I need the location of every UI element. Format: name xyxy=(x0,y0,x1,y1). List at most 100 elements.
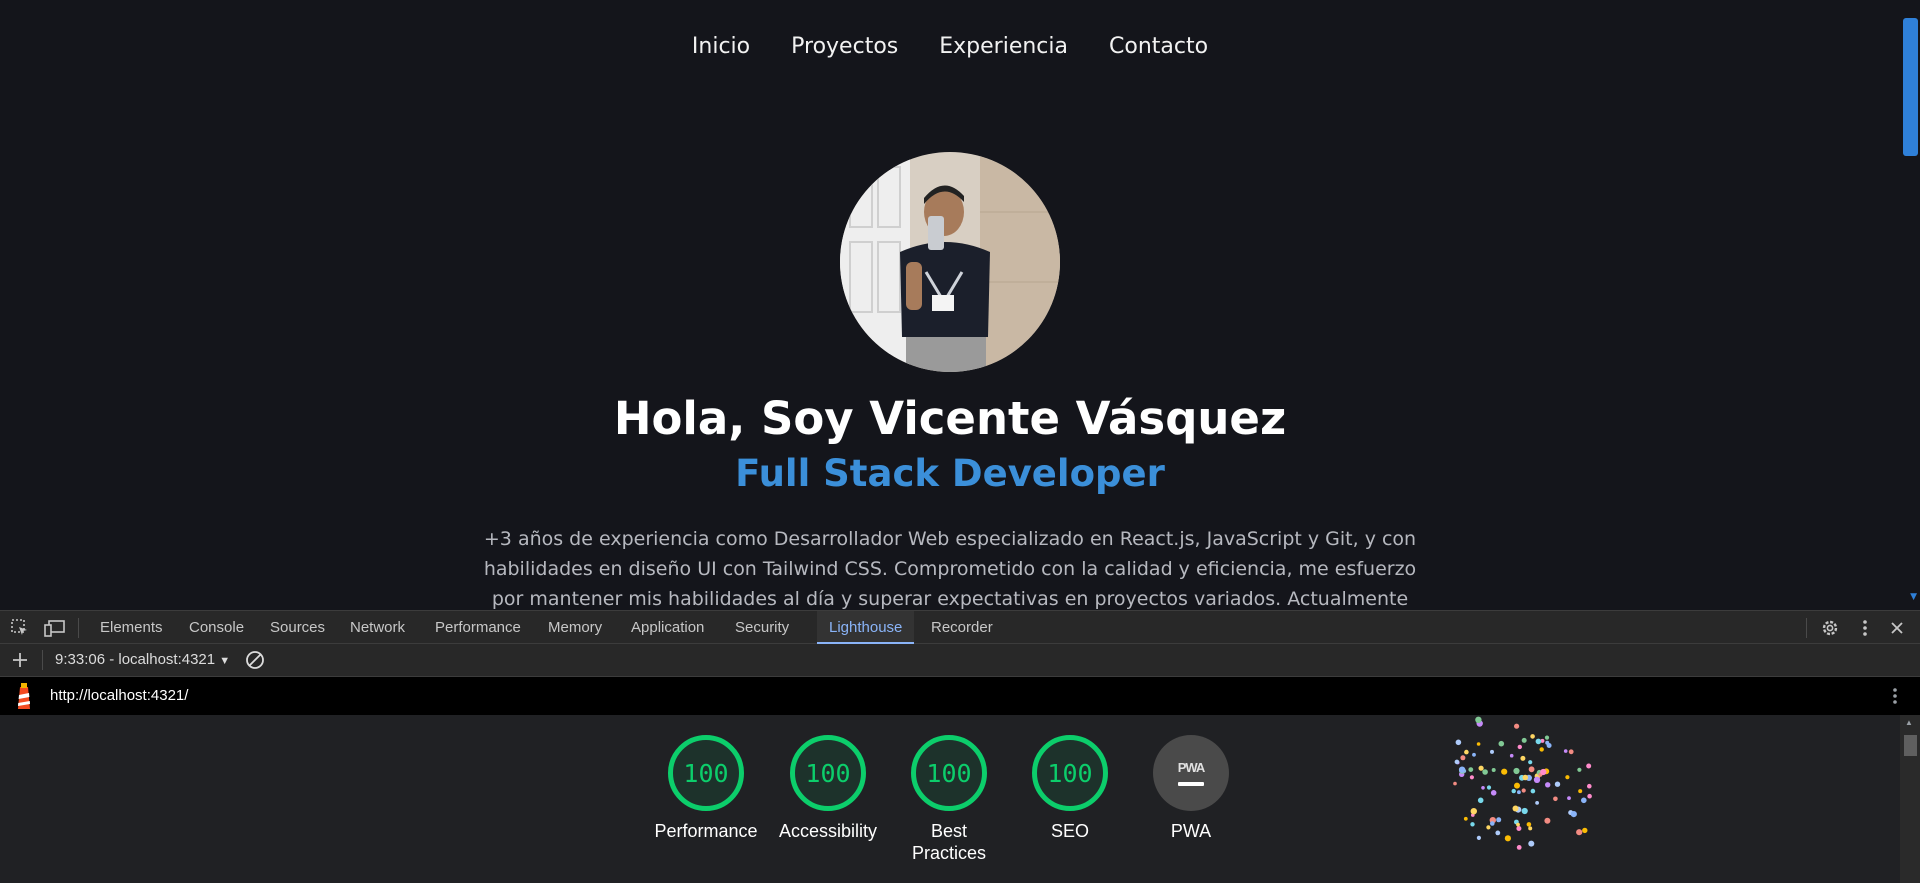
page-scroll-thumb[interactable] xyxy=(1903,18,1918,156)
confetti-dot xyxy=(1513,767,1520,775)
confetti-dot xyxy=(1476,742,1481,746)
confetti-dot xyxy=(1521,788,1526,793)
hero-title: Hola, Soy Vicente Vásquez xyxy=(613,392,1287,445)
confetti-dot xyxy=(1577,767,1582,772)
confetti-dot xyxy=(1482,769,1488,775)
confetti-dot xyxy=(1578,789,1583,794)
tab-console[interactable]: Console xyxy=(187,611,246,644)
devtools-panel: Elements Console Sources Network Perform… xyxy=(0,610,1920,883)
pwa-badge-text: PWA xyxy=(1177,760,1206,775)
confetti-dot xyxy=(1512,805,1519,812)
tab-network[interactable]: Network xyxy=(348,611,407,644)
nav-link-inicio[interactable]: Inicio xyxy=(692,34,750,59)
confetti-dot xyxy=(1496,817,1502,823)
score-ring: 100 xyxy=(1032,735,1108,811)
report-scroll-thumb[interactable] xyxy=(1904,735,1917,756)
confetti-dot xyxy=(1526,822,1532,827)
report-menu-icon[interactable] xyxy=(1892,687,1898,710)
scroll-down-arrow-icon[interactable]: ▼ xyxy=(1910,592,1917,602)
confetti-dot xyxy=(1528,766,1535,773)
nav-link-contacto[interactable]: Contacto xyxy=(1109,34,1208,59)
new-report-plus-icon[interactable] xyxy=(9,649,31,671)
more-options-icon[interactable] xyxy=(1854,617,1876,639)
confetti-dot xyxy=(1491,768,1496,772)
clear-reports-icon[interactable] xyxy=(244,649,266,671)
confetti-dot xyxy=(1504,835,1511,842)
confetti-dot xyxy=(1553,796,1558,802)
gauge-best-practices[interactable]: 100 Best Practices xyxy=(889,735,1009,864)
confetti-dot xyxy=(1469,775,1474,780)
confetti-dot xyxy=(1570,811,1577,818)
confetti-dot xyxy=(1581,797,1587,804)
confetti-dot xyxy=(1463,816,1468,821)
page-viewport: Inicio Proyectos Experiencia Contacto Ho… xyxy=(0,0,1920,610)
tab-memory[interactable]: Memory xyxy=(546,611,604,644)
confetti-dot xyxy=(1470,808,1477,815)
site-nav: Inicio Proyectos Experiencia Contacto xyxy=(0,34,1900,59)
confetti-dot xyxy=(1554,781,1561,787)
gauge-pwa[interactable]: PWA PWA xyxy=(1131,735,1251,842)
nav-link-proyectos[interactable]: Proyectos xyxy=(791,34,898,59)
confetti-dot xyxy=(1563,749,1568,753)
confetti-dot xyxy=(1533,776,1541,783)
gauge-seo[interactable]: 100 SEO xyxy=(1010,735,1130,842)
score-value: 100 xyxy=(1047,758,1093,788)
score-ring: 100 xyxy=(790,735,866,811)
confetti-dot xyxy=(1528,826,1533,831)
confetti-dot xyxy=(1472,752,1476,757)
scroll-up-arrow-icon[interactable]: ▲ xyxy=(1905,718,1913,727)
confetti-dot xyxy=(1520,755,1526,761)
chevron-down-icon: ▼ xyxy=(219,655,231,667)
confetti-dot xyxy=(1539,747,1544,752)
confetti-dot xyxy=(1586,763,1592,769)
tab-sources[interactable]: Sources xyxy=(268,611,327,644)
confetti-dot xyxy=(1521,737,1527,743)
confetti-decoration xyxy=(1453,716,1592,850)
confetti-dot xyxy=(1516,845,1522,850)
page-scrollbar[interactable]: ▼ xyxy=(1902,0,1920,610)
profile-photo xyxy=(840,152,1060,372)
score-value: 100 xyxy=(926,758,972,788)
confetti-dot xyxy=(1521,807,1528,815)
confetti-dot xyxy=(1486,825,1491,830)
confetti-dot xyxy=(1490,790,1497,796)
lighthouse-logo-icon xyxy=(13,683,35,716)
tab-lighthouse[interactable]: Lighthouse xyxy=(817,611,915,644)
gauge-accessibility[interactable]: 100 Accessibility xyxy=(768,735,888,842)
confetti-dot xyxy=(1576,829,1583,836)
confetti-dot xyxy=(1470,822,1475,827)
audited-url[interactable]: http://localhost:4321/ xyxy=(50,687,188,704)
confetti-dot xyxy=(1582,827,1588,834)
nav-link-experiencia[interactable]: Experiencia xyxy=(939,34,1068,59)
gauge-label: SEO xyxy=(1050,821,1089,841)
confetti-dot xyxy=(1495,830,1501,836)
confetti-dot xyxy=(1517,744,1522,750)
gauge-label: Performance xyxy=(654,821,758,841)
confetti-dot xyxy=(1455,739,1462,746)
lighthouse-url-bar: http://localhost:4321/ xyxy=(0,677,1920,715)
score-ring: 100 xyxy=(911,735,987,811)
hero-subtitle: Full Stack Developer xyxy=(735,452,1165,495)
tab-security[interactable]: Security xyxy=(733,611,791,644)
report-selector[interactable]: 9:33:06 - localhost:4321 ▼ xyxy=(55,651,230,668)
confetti-dot xyxy=(1460,755,1466,761)
confetti-dot xyxy=(1587,783,1592,789)
confetti-dot xyxy=(1478,765,1484,771)
confetti-dot xyxy=(1490,749,1494,754)
settings-gear-icon[interactable] xyxy=(1819,617,1841,639)
tab-performance[interactable]: Performance xyxy=(433,611,523,644)
tab-elements[interactable]: Elements xyxy=(98,611,165,644)
gauge-performance[interactable]: 100 Performance xyxy=(646,735,766,842)
close-icon[interactable] xyxy=(1886,617,1908,639)
inspect-element-icon[interactable] xyxy=(9,617,31,639)
confetti-dot xyxy=(1516,826,1522,831)
tab-recorder[interactable]: Recorder xyxy=(929,611,995,644)
pwa-badge: PWA xyxy=(1153,735,1229,811)
confetti-dot xyxy=(1477,797,1484,804)
report-scrollbar[interactable]: ▲ xyxy=(1900,715,1920,883)
confetti-dot xyxy=(1458,766,1466,773)
confetti-dot xyxy=(1511,788,1516,794)
score-value: 100 xyxy=(805,758,851,788)
device-toolbar-icon[interactable] xyxy=(44,617,66,639)
tab-application[interactable]: Application xyxy=(629,611,706,644)
